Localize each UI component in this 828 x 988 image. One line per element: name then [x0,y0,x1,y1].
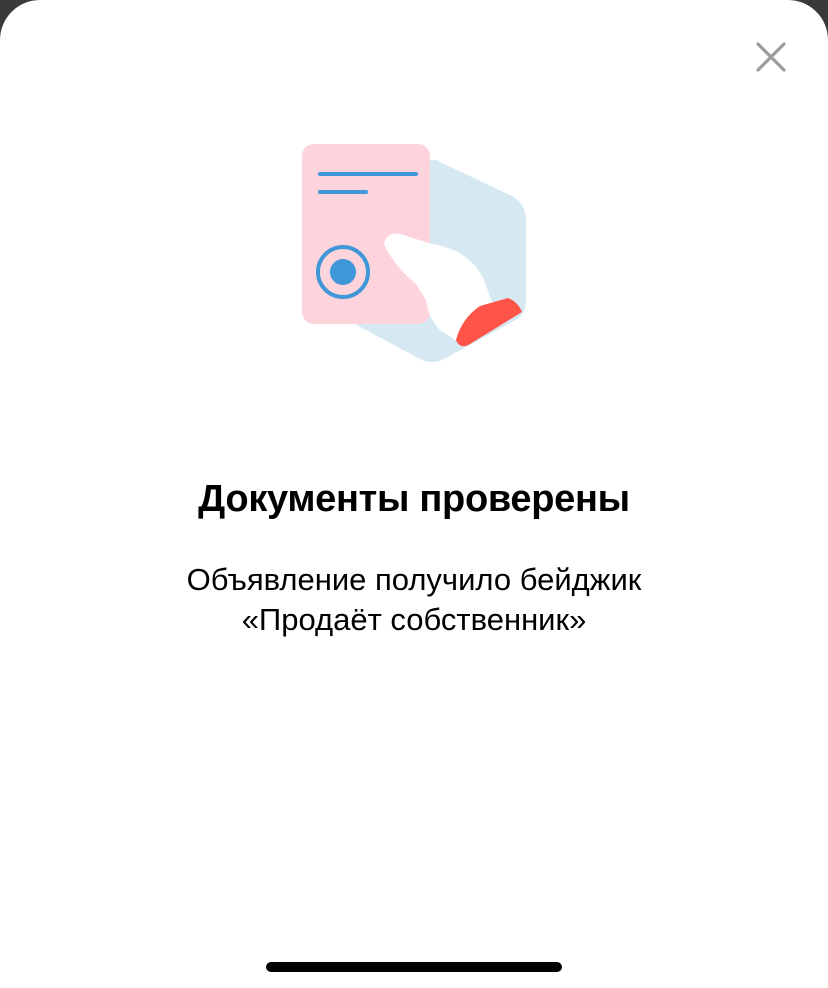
modal-title: Документы проверены [198,478,630,520]
modal-sheet: Документы проверены Объявление получило … [0,0,828,988]
document-shape [302,144,430,324]
close-icon [756,42,786,72]
modal-description: Объявление получило бейджик «Продаёт соб… [0,560,828,640]
seal-dot [330,259,356,285]
description-line-1: Объявление получило бейджик [186,562,642,597]
verified-document-illustration [302,144,526,362]
home-indicator[interactable] [266,962,562,972]
description-line-2: «Продаёт собственник» [241,602,587,637]
close-button[interactable] [748,34,794,80]
